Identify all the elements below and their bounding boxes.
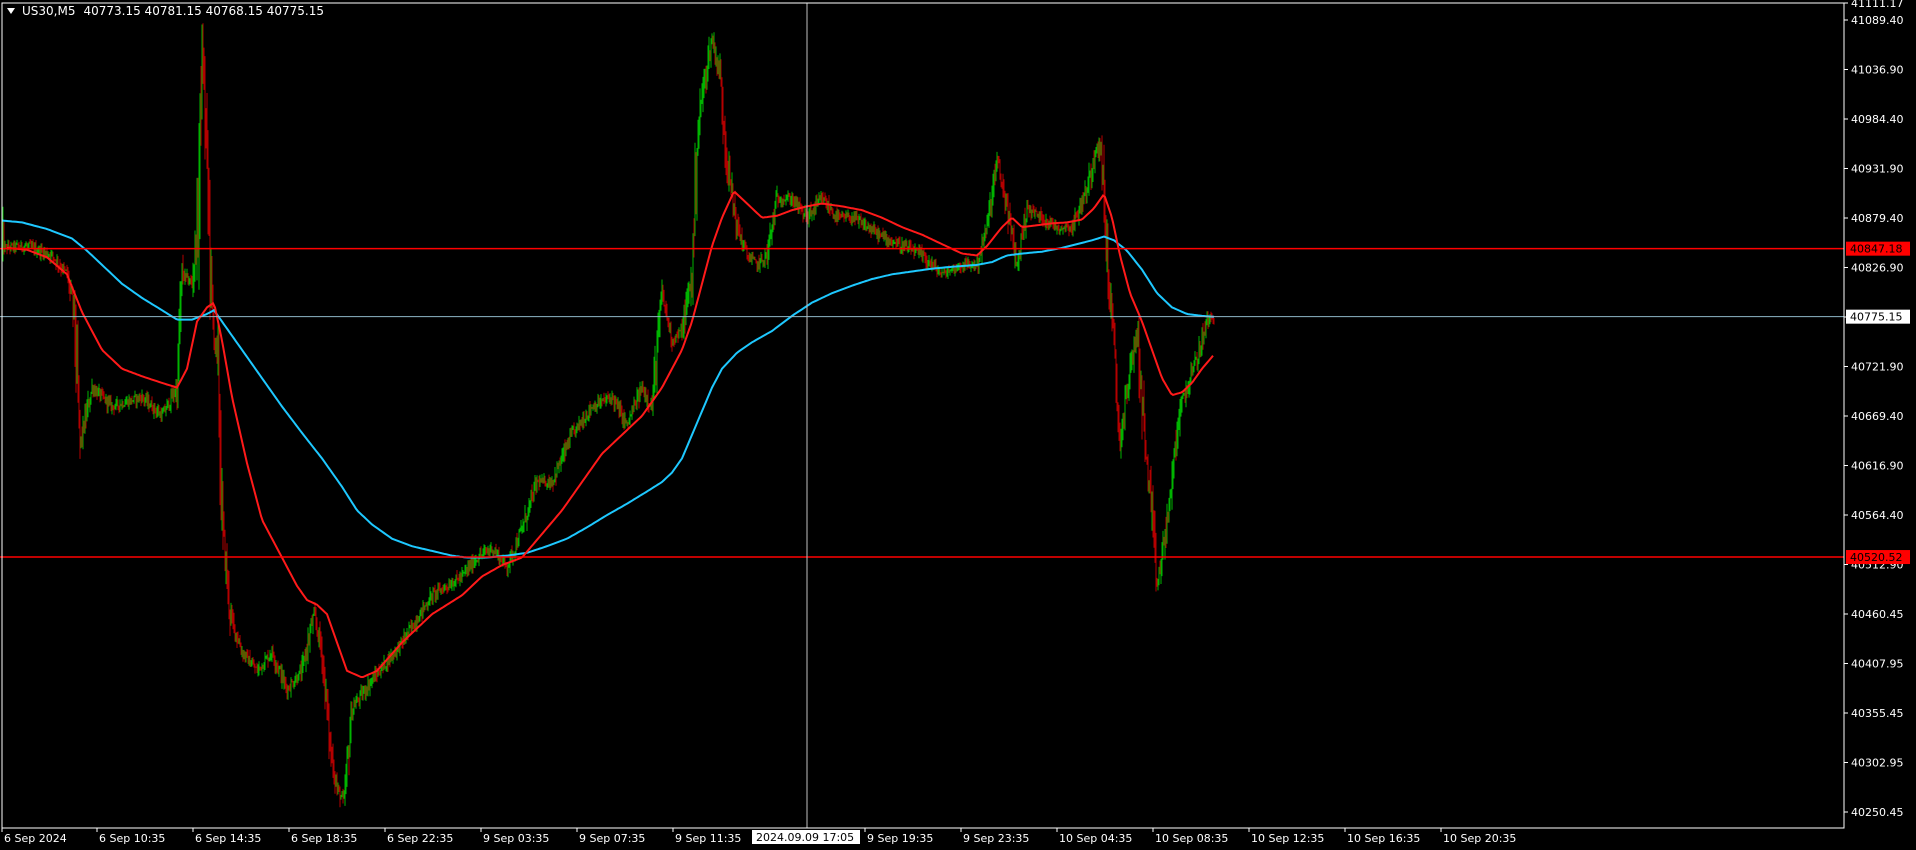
x-tick-label: 6 Sep 18:35 [291, 832, 357, 845]
y-tick-label: 40250.45 [1851, 806, 1904, 819]
x-tick-label: 9 Sep 07:35 [579, 832, 645, 845]
y-tick-label: 40826.90 [1851, 262, 1904, 275]
x-tick-label: 10 Sep 12:35 [1251, 832, 1324, 845]
x-tick-label: 6 Sep 10:35 [99, 832, 165, 845]
current-price-label: 40775.15 [1850, 311, 1903, 324]
x-tick-label: 9 Sep 19:35 [867, 832, 933, 845]
candles-layer [1, 23, 1215, 808]
y-tick-label: 40616.90 [1851, 460, 1904, 473]
chart-canvas[interactable]: 41111.17 41089.40 41036.90 40984.40 40931.90… [0, 0, 1916, 850]
level-price-label: 40847.18 [1850, 243, 1903, 256]
levels-layer [0, 3, 1844, 828]
symbol-label: US30,M5 [22, 4, 76, 18]
x-tick-label: 9 Sep 03:35 [483, 832, 549, 845]
y-tick-label: 40407.95 [1851, 658, 1904, 671]
moving-averages-layer [1, 190, 1215, 678]
x-tick-label: 9 Sep 23:35 [963, 832, 1029, 845]
y-tick-label: 40460.45 [1851, 608, 1904, 621]
x-tick-label: 10 Sep 16:35 [1347, 832, 1420, 845]
y-tick-label: 40302.95 [1851, 757, 1904, 770]
x-tick-label: 6 Sep 22:35 [387, 832, 453, 845]
y-tick-label: 40931.90 [1851, 163, 1904, 176]
y-tick-label: 40669.40 [1851, 410, 1904, 423]
y-tick-label: 41036.90 [1851, 64, 1904, 77]
chart-window[interactable]: 41111.17 41089.40 41036.90 40984.40 40931.90… [0, 0, 1916, 850]
y-tick-label: 41089.40 [1851, 14, 1904, 27]
x-tick-label: 10 Sep 20:35 [1443, 832, 1516, 845]
x-tick-label: 6 Sep 14:35 [195, 832, 261, 845]
y-tick-label: 40984.40 [1851, 113, 1904, 126]
symbol-menu-icon[interactable] [7, 8, 15, 14]
y-tick-label: 40721.90 [1851, 361, 1904, 374]
x-tick-label: 9 Sep 11:35 [675, 832, 741, 845]
y-tick-label: 40879.40 [1851, 212, 1904, 225]
y-tick-label: 40355.45 [1851, 707, 1904, 720]
y-tick-label: 41111.17 [1851, 0, 1904, 10]
axes-layer: 41111.17 41089.40 41036.90 40984.40 40931.90… [1, 0, 1904, 845]
y-tick-label: 40564.40 [1851, 509, 1904, 522]
x-tick-label: 10 Sep 04:35 [1059, 832, 1132, 845]
x-tick-label: 6 Sep 2024 [4, 832, 67, 845]
fast-ma-line [6, 190, 1214, 678]
plot-frame [1, 2, 1845, 829]
chart-header: US30,M5 40773.15 40781.15 40768.15 40775… [7, 4, 324, 18]
level-price-label: 40520.52 [1850, 551, 1903, 564]
ohlc-values: 40773.15 40781.15 40768.15 40775.15 [83, 4, 324, 18]
x-tick-label: 10 Sep 08:35 [1155, 832, 1228, 845]
crosshair-time-label: 2024.09.09 17:05 [756, 831, 854, 844]
